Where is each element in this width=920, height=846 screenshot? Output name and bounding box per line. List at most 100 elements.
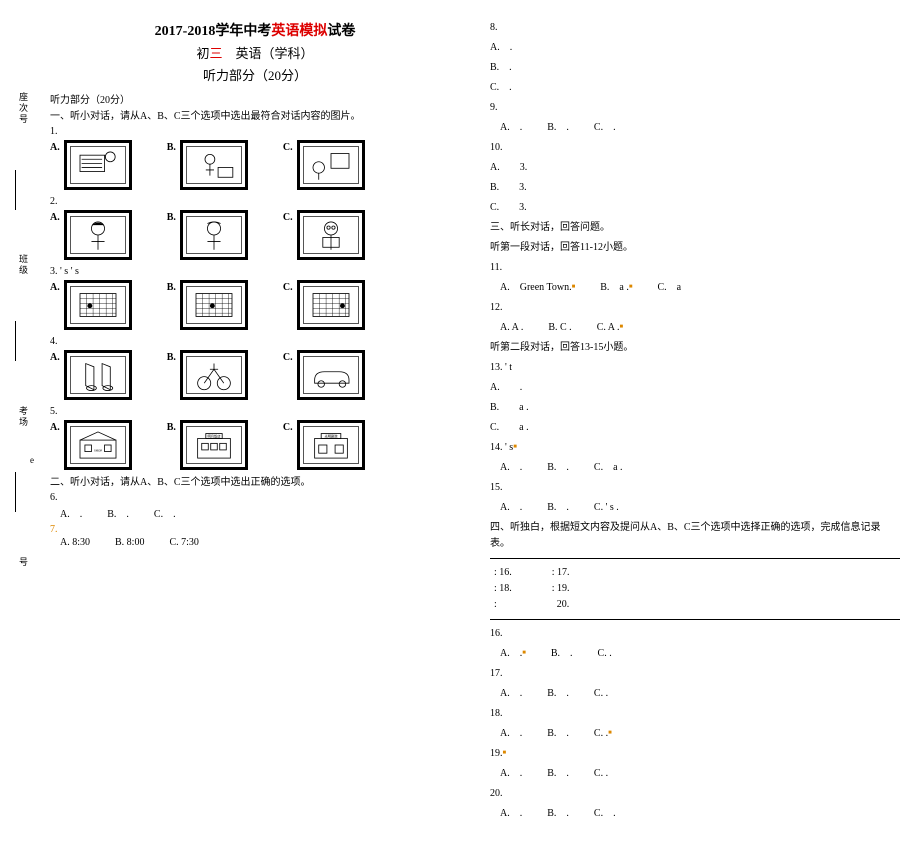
opt-label: C. — [283, 422, 293, 433]
q18-opt-b: B. . — [547, 726, 569, 742]
stamp-image — [297, 350, 365, 400]
title-pre: 2017-2018学年中考 — [155, 24, 272, 39]
q17-opt-c: C. . — [594, 686, 608, 702]
part3-sub2: 听第二段对话，回答13-15小题。 — [490, 340, 900, 356]
q8-opt-a: A. . — [490, 40, 900, 56]
q6-opt-c: C. . — [154, 505, 176, 520]
q9-opt-a: A. . — [500, 120, 522, 136]
opt-label: A. — [50, 352, 60, 363]
part2-instructions: 二、听小对话，请从A、B、C三个选项中选出正确的选项。 — [50, 476, 460, 490]
opt-label: B. — [167, 212, 176, 223]
table-row-1: : 16. : 17. — [494, 565, 896, 581]
q12-opt-c: C. A .■ — [597, 320, 623, 336]
stamp-image: SHOP — [64, 420, 132, 470]
q13-opt-a: A. . — [490, 380, 900, 396]
question-1: 1. — [50, 126, 460, 137]
part3-header: 三、听长对话，回答问题。 — [490, 220, 900, 236]
opt-label: C. — [283, 142, 293, 153]
q6-opt-a: A. . — [60, 505, 82, 520]
svg-text:SHOP: SHOP — [94, 449, 103, 453]
svg-text:光明剧院: 光明剧院 — [324, 434, 338, 439]
opt-label: B. — [167, 142, 176, 153]
q2-options: A. B. C. — [50, 210, 460, 260]
q11-opt-a: A. Green Town.■ — [500, 280, 575, 296]
question-13: 13. ' t — [490, 360, 900, 376]
q14-opt-c: C. a . — [594, 460, 623, 476]
q20-opt-c: C. . — [594, 806, 616, 822]
q9-opt-b: B. . — [547, 120, 569, 136]
q16-opt-a: A. .■ — [500, 646, 526, 662]
question-10: 10. — [490, 140, 900, 156]
q16-opt-c: C. . — [598, 646, 612, 662]
q3-options: A. B. C. — [50, 280, 460, 330]
q5-options: A. SHOP B. 明月饭店 C. 光明剧院 — [50, 420, 460, 470]
q6-opt-b: B. . — [107, 505, 129, 520]
q18-opt-a: A. . — [500, 726, 522, 742]
q11-opt-c: C. a — [657, 280, 681, 296]
subtitle-post: 英语（学科） — [223, 46, 314, 61]
question-2: 2. — [50, 196, 460, 207]
question-15: 15. — [490, 480, 900, 496]
subtitle-pre: 初 — [196, 46, 209, 61]
opt-label: A. — [50, 282, 60, 293]
title-post: 试卷 — [327, 24, 355, 39]
right-column: 8. A. . B. . C. . 9. A. . B. . C. . 10. … — [490, 20, 900, 826]
stamp-image: 明月饭店 — [180, 420, 248, 470]
q10-opt-b: B. 3. — [490, 180, 900, 196]
left-column: 2017-2018学年中考英语模拟试卷 初三 英语（学科） 听力部分（20分） … — [50, 20, 460, 826]
q12-opt-a: A. A . — [500, 320, 523, 336]
opt-label: B. — [167, 352, 176, 363]
stamp-image — [64, 350, 132, 400]
question-11: 11. — [490, 260, 900, 276]
q19-opt-c: C. . — [594, 766, 608, 782]
exam-header: 2017-2018学年中考英语模拟试卷 初三 英语（学科） 听力部分（20分） — [50, 20, 460, 84]
question-18: 18. — [490, 706, 900, 722]
stamp-image — [180, 280, 248, 330]
stamp-image — [180, 140, 248, 190]
svg-text:明月饭店: 明月饭店 — [207, 434, 221, 439]
stamp-image — [64, 140, 132, 190]
question-19: 19.■ — [490, 746, 900, 762]
q8-opt-c: C. . — [490, 80, 900, 96]
opt-label: A. — [50, 422, 60, 433]
opt-label: C. — [283, 352, 293, 363]
table-row-2: : 18. : 19. — [494, 581, 896, 597]
q9-opt-c: C. . — [594, 120, 616, 136]
q10-opt-c: C. 3. — [490, 200, 900, 216]
opt-label: A. — [50, 142, 60, 153]
q8-opt-b: B. . — [490, 60, 900, 76]
q14-opt-b: B. . — [547, 460, 569, 476]
q11-opt-b: B. a .■ — [600, 280, 632, 296]
subtitle-red: 三 — [209, 46, 222, 61]
q20-opt-b: B. . — [547, 806, 569, 822]
opt-label: A. — [50, 212, 60, 223]
label-exam-room: 考场 — [10, 406, 30, 428]
q19-opt-b: B. . — [547, 766, 569, 782]
stamp-image — [297, 210, 365, 260]
info-record-table: : 16. : 17. : 18. : 19. : 20. — [490, 558, 900, 620]
listening-score-header: 听力部分（20分） — [50, 94, 460, 108]
question-8: 8. — [490, 20, 900, 36]
question-14: 14. ' s■ — [490, 440, 900, 456]
label-number: 号 — [10, 557, 30, 568]
question-6: 6. — [50, 492, 460, 503]
question-9: 9. — [490, 100, 900, 116]
stamp-image — [180, 350, 248, 400]
stamp-image — [297, 280, 365, 330]
opt-label: C. — [283, 282, 293, 293]
q4-options: A. B. C. — [50, 350, 460, 400]
exam-label-e: e — [30, 455, 34, 465]
section-header: 听力部分（20分） — [50, 65, 460, 84]
stamp-image — [64, 210, 132, 260]
stamp-image — [180, 210, 248, 260]
q13-opt-b: B. a . — [490, 400, 900, 416]
opt-label: B. — [167, 422, 176, 433]
q12-opt-b: B. C . — [548, 320, 571, 336]
question-5: 5. — [50, 406, 460, 417]
q13-opt-c: C. a . — [490, 420, 900, 436]
sidebar-vertical-labels: 座次号 班级 考场 号 — [10, 70, 30, 590]
q7-opt-c: C. 7:30 — [169, 537, 198, 548]
q17-opt-a: A. . — [500, 686, 522, 702]
question-16: 16. — [490, 626, 900, 642]
q17-opt-b: B. . — [547, 686, 569, 702]
